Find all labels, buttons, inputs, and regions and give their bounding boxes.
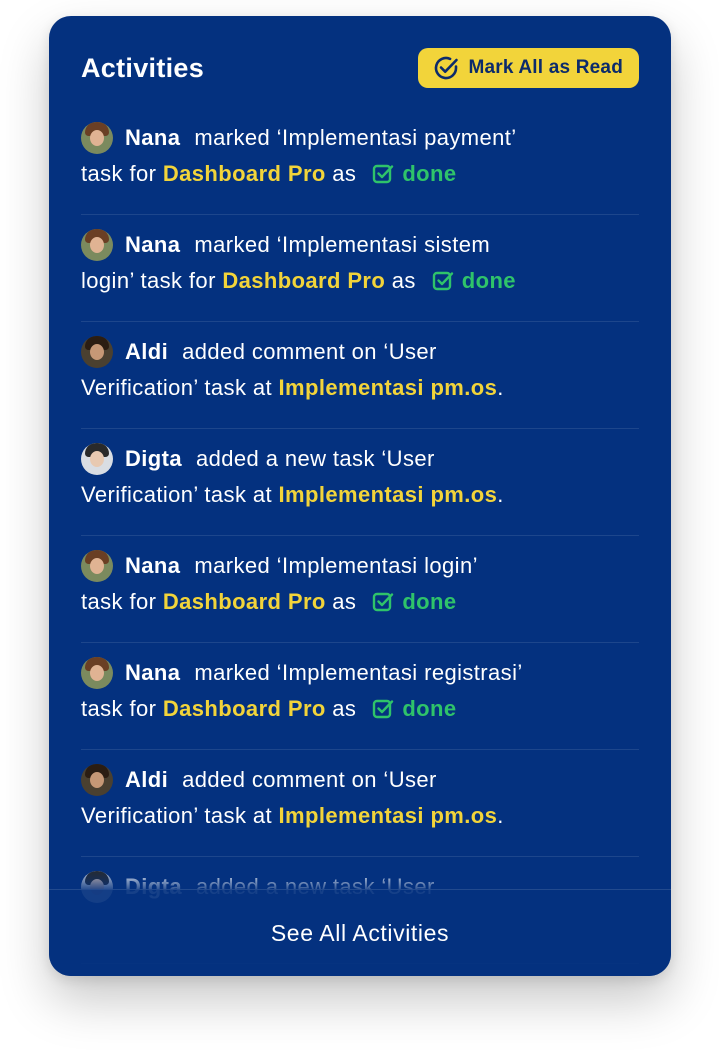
activity-text-cont: task for xyxy=(81,696,157,721)
activity-line-2: Verification’ task at Implementasi pm.os… xyxy=(81,798,639,834)
activity-line-2: task for Dashboard Pro as done xyxy=(81,156,639,192)
user-avatar xyxy=(81,657,113,689)
activity-line-2: task for Dashboard Pro as done xyxy=(81,584,639,620)
activity-line-1: Digta added a new task ‘User xyxy=(81,441,639,477)
user-name: Nana xyxy=(125,660,181,685)
user-avatar xyxy=(81,122,113,154)
activity-suffix: . xyxy=(497,803,504,828)
list-fade-overlay xyxy=(49,868,671,890)
user-name: Aldi xyxy=(125,339,169,364)
activity-suffix: . xyxy=(497,482,504,507)
activity-text-cont: Verification’ task at xyxy=(81,803,273,828)
activity-suffix: as xyxy=(332,589,357,614)
status-label: done xyxy=(402,589,457,614)
activity-item[interactable]: Nana marked ‘Implementasi sistem login’ ta… xyxy=(81,215,639,322)
check-circle-icon xyxy=(432,54,460,82)
activities-header: Activities Mark All as Read xyxy=(81,48,639,88)
activity-suffix: as xyxy=(332,696,357,721)
activity-line-1: Aldi added comment on ‘User xyxy=(81,762,639,798)
status-done-badge: done xyxy=(372,696,456,722)
status-done-badge: done xyxy=(432,268,516,294)
user-avatar xyxy=(81,229,113,261)
activity-text: marked ‘Implementasi login’ xyxy=(194,553,478,578)
activity-line-1: Nana marked ‘Implementasi registrasi’ xyxy=(81,655,639,691)
user-avatar xyxy=(81,443,113,475)
user-name: Aldi xyxy=(125,767,169,792)
mark-all-read-label: Mark All as Read xyxy=(468,57,623,78)
activity-line-2: Verification’ task at Implementasi pm.os… xyxy=(81,477,639,513)
see-all-activities-button[interactable]: See All Activities xyxy=(49,889,671,976)
status-label: done xyxy=(402,696,457,721)
activity-suffix: as xyxy=(332,161,357,186)
activity-line-2: task for Dashboard Pro as done xyxy=(81,691,639,727)
user-name: Digta xyxy=(125,446,182,471)
activity-suffix: . xyxy=(497,375,504,400)
activities-card: Activities Mark All as Read Nana marked ‘… xyxy=(49,16,671,976)
status-done-badge: done xyxy=(372,589,456,615)
activity-item[interactable]: Nana marked ‘Implementasi payment’ task fo… xyxy=(81,108,639,215)
project-link[interactable]: Dashboard Pro xyxy=(222,268,385,294)
activity-item[interactable]: Aldi added comment on ‘User Verification’ … xyxy=(81,322,639,429)
activity-list: Nana marked ‘Implementasi payment’ task fo… xyxy=(81,108,639,964)
activity-text: marked ‘Implementasi payment’ xyxy=(194,125,517,150)
activity-line-1: Nana marked ‘Implementasi sistem xyxy=(81,227,639,263)
activity-text-cont: Verification’ task at xyxy=(81,482,273,507)
activity-line-2: Verification’ task at Implementasi pm.os… xyxy=(81,370,639,406)
activity-text: added comment on ‘User xyxy=(182,339,437,364)
status-done-badge: done xyxy=(372,161,456,187)
user-name: Nana xyxy=(125,125,181,150)
status-label: done xyxy=(461,268,516,293)
user-name: Nana xyxy=(125,553,181,578)
project-link[interactable]: Dashboard Pro xyxy=(163,161,326,187)
activity-item[interactable]: Digta added a new task ‘User Verification’… xyxy=(81,429,639,536)
activity-line-1: Aldi added comment on ‘User xyxy=(81,334,639,370)
check-square-icon xyxy=(372,698,394,720)
check-square-icon xyxy=(372,591,394,613)
activity-text-cont: Verification’ task at xyxy=(81,375,273,400)
project-link[interactable]: Dashboard Pro xyxy=(163,696,326,722)
activity-text: marked ‘Implementasi registrasi’ xyxy=(194,660,523,685)
activity-suffix: as xyxy=(391,268,416,293)
check-square-icon xyxy=(372,163,394,185)
activity-line-1: Nana marked ‘Implementasi payment’ xyxy=(81,120,639,156)
activity-line-1: Nana marked ‘Implementasi login’ xyxy=(81,548,639,584)
activity-text: added comment on ‘User xyxy=(182,767,437,792)
activity-text-cont: login’ task for xyxy=(81,268,216,293)
activity-text: added a new task ‘User xyxy=(196,446,435,471)
activity-text: marked ‘Implementasi sistem xyxy=(194,232,491,257)
activity-item[interactable]: Nana marked ‘Implementasi registrasi’ task… xyxy=(81,643,639,750)
check-square-icon xyxy=(432,270,454,292)
activity-text-cont: task for xyxy=(81,161,157,186)
project-link[interactable]: Dashboard Pro xyxy=(163,589,326,615)
activity-item[interactable]: Nana marked ‘Implementasi login’ task for … xyxy=(81,536,639,643)
user-name: Nana xyxy=(125,232,181,257)
project-link[interactable]: Implementasi pm.os xyxy=(279,375,498,401)
activity-text-cont: task for xyxy=(81,589,157,614)
project-link[interactable]: Implementasi pm.os xyxy=(279,482,498,508)
user-avatar xyxy=(81,764,113,796)
status-label: done xyxy=(402,161,457,186)
user-avatar xyxy=(81,550,113,582)
mark-all-read-button[interactable]: Mark All as Read xyxy=(418,48,639,88)
activity-item[interactable]: Aldi added comment on ‘User Verification’ … xyxy=(81,750,639,857)
activity-line-2: login’ task for Dashboard Pro as done xyxy=(81,263,639,299)
see-all-activities-label: See All Activities xyxy=(270,919,450,946)
activities-title: Activities xyxy=(81,52,205,83)
user-avatar xyxy=(81,336,113,368)
project-link[interactable]: Implementasi pm.os xyxy=(279,803,498,829)
